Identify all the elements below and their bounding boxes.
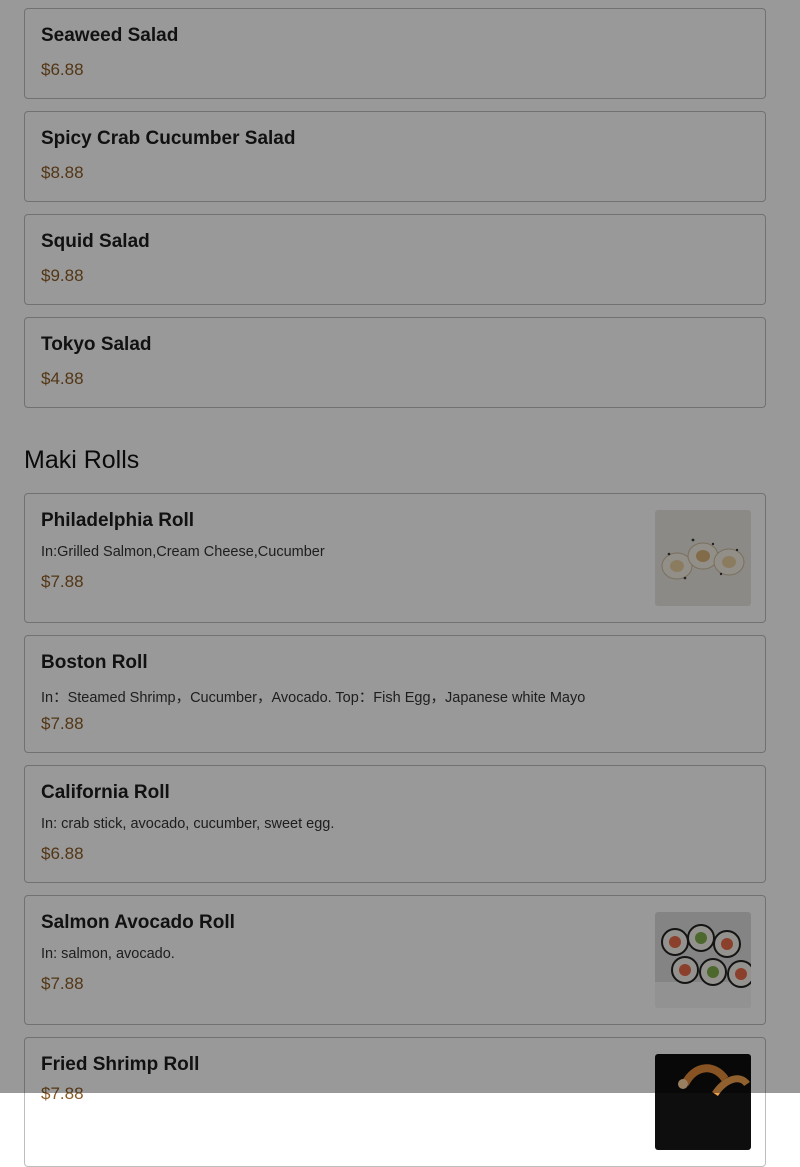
menu-page: Seaweed Salad $6.88 Spicy Crab Cucumber …: [0, 0, 800, 1167]
modal-overlay[interactable]: [0, 0, 800, 1093]
